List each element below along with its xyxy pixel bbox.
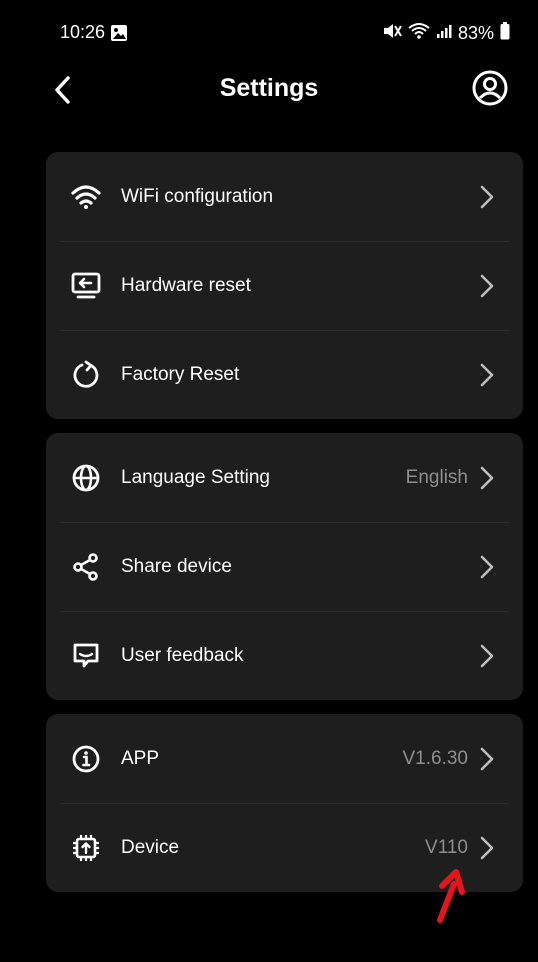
annotation-arrow-icon: [432, 866, 472, 931]
chevron-right-icon: [479, 465, 495, 491]
mute-icon: [382, 22, 402, 45]
factory-reset-label: Factory Reset: [121, 363, 240, 385]
app-label: APP: [121, 747, 160, 769]
chevron-right-icon: [479, 746, 495, 772]
battery-percent: 83%: [457, 23, 494, 43]
chevron-right-icon: [479, 184, 495, 210]
settings-group-device-setup: WiFi configuration Hardware reset Factor…: [46, 152, 523, 419]
wifi-status-icon: [408, 22, 430, 45]
status-time: 10:26: [60, 22, 106, 42]
app-header: Settings: [0, 62, 538, 118]
share-device-row[interactable]: Share device: [46, 522, 523, 611]
hardware-reset-icon: [68, 268, 104, 304]
user-feedback-row[interactable]: User feedback: [46, 611, 523, 700]
signal-icon: [436, 23, 452, 44]
user-feedback-label: User feedback: [121, 644, 244, 666]
chevron-right-icon: [479, 643, 495, 669]
factory-reset-row[interactable]: Factory Reset: [46, 330, 523, 419]
chevron-right-icon: [479, 554, 495, 580]
chevron-right-icon: [479, 835, 495, 861]
hardware-reset-label: Hardware reset: [121, 274, 251, 296]
chip-icon: [68, 830, 104, 866]
hardware-reset-row[interactable]: Hardware reset: [46, 241, 523, 330]
app-version-row[interactable]: APP V1.6.30: [46, 714, 523, 803]
language-value: English: [405, 466, 468, 488]
wifi-icon: [68, 179, 104, 215]
page-title: Settings: [219, 74, 319, 102]
wifi-configuration-row[interactable]: WiFi configuration: [46, 152, 523, 241]
user-profile-icon: [472, 70, 508, 106]
feedback-icon: [68, 638, 104, 674]
settings-group-general: Language Setting English Share device Us…: [46, 433, 523, 700]
profile-button[interactable]: [470, 68, 510, 108]
image-notification-icon: [110, 24, 128, 47]
battery-icon: [500, 22, 510, 45]
refresh-icon: [68, 357, 104, 393]
share-icon: [68, 549, 104, 585]
device-label: Device: [121, 836, 180, 858]
info-icon: [68, 741, 104, 777]
wifi-configuration-label: WiFi configuration: [121, 185, 274, 207]
globe-icon: [68, 460, 104, 496]
share-device-label: Share device: [121, 555, 232, 577]
language-setting-row[interactable]: Language Setting English: [46, 433, 523, 522]
chevron-right-icon: [479, 362, 495, 388]
chevron-right-icon: [479, 273, 495, 299]
app-version-value: V1.6.30: [402, 747, 469, 769]
language-setting-label: Language Setting: [121, 466, 270, 488]
device-version-value: V110: [425, 836, 468, 858]
status-bar: 10:26 83%: [0, 0, 538, 62]
